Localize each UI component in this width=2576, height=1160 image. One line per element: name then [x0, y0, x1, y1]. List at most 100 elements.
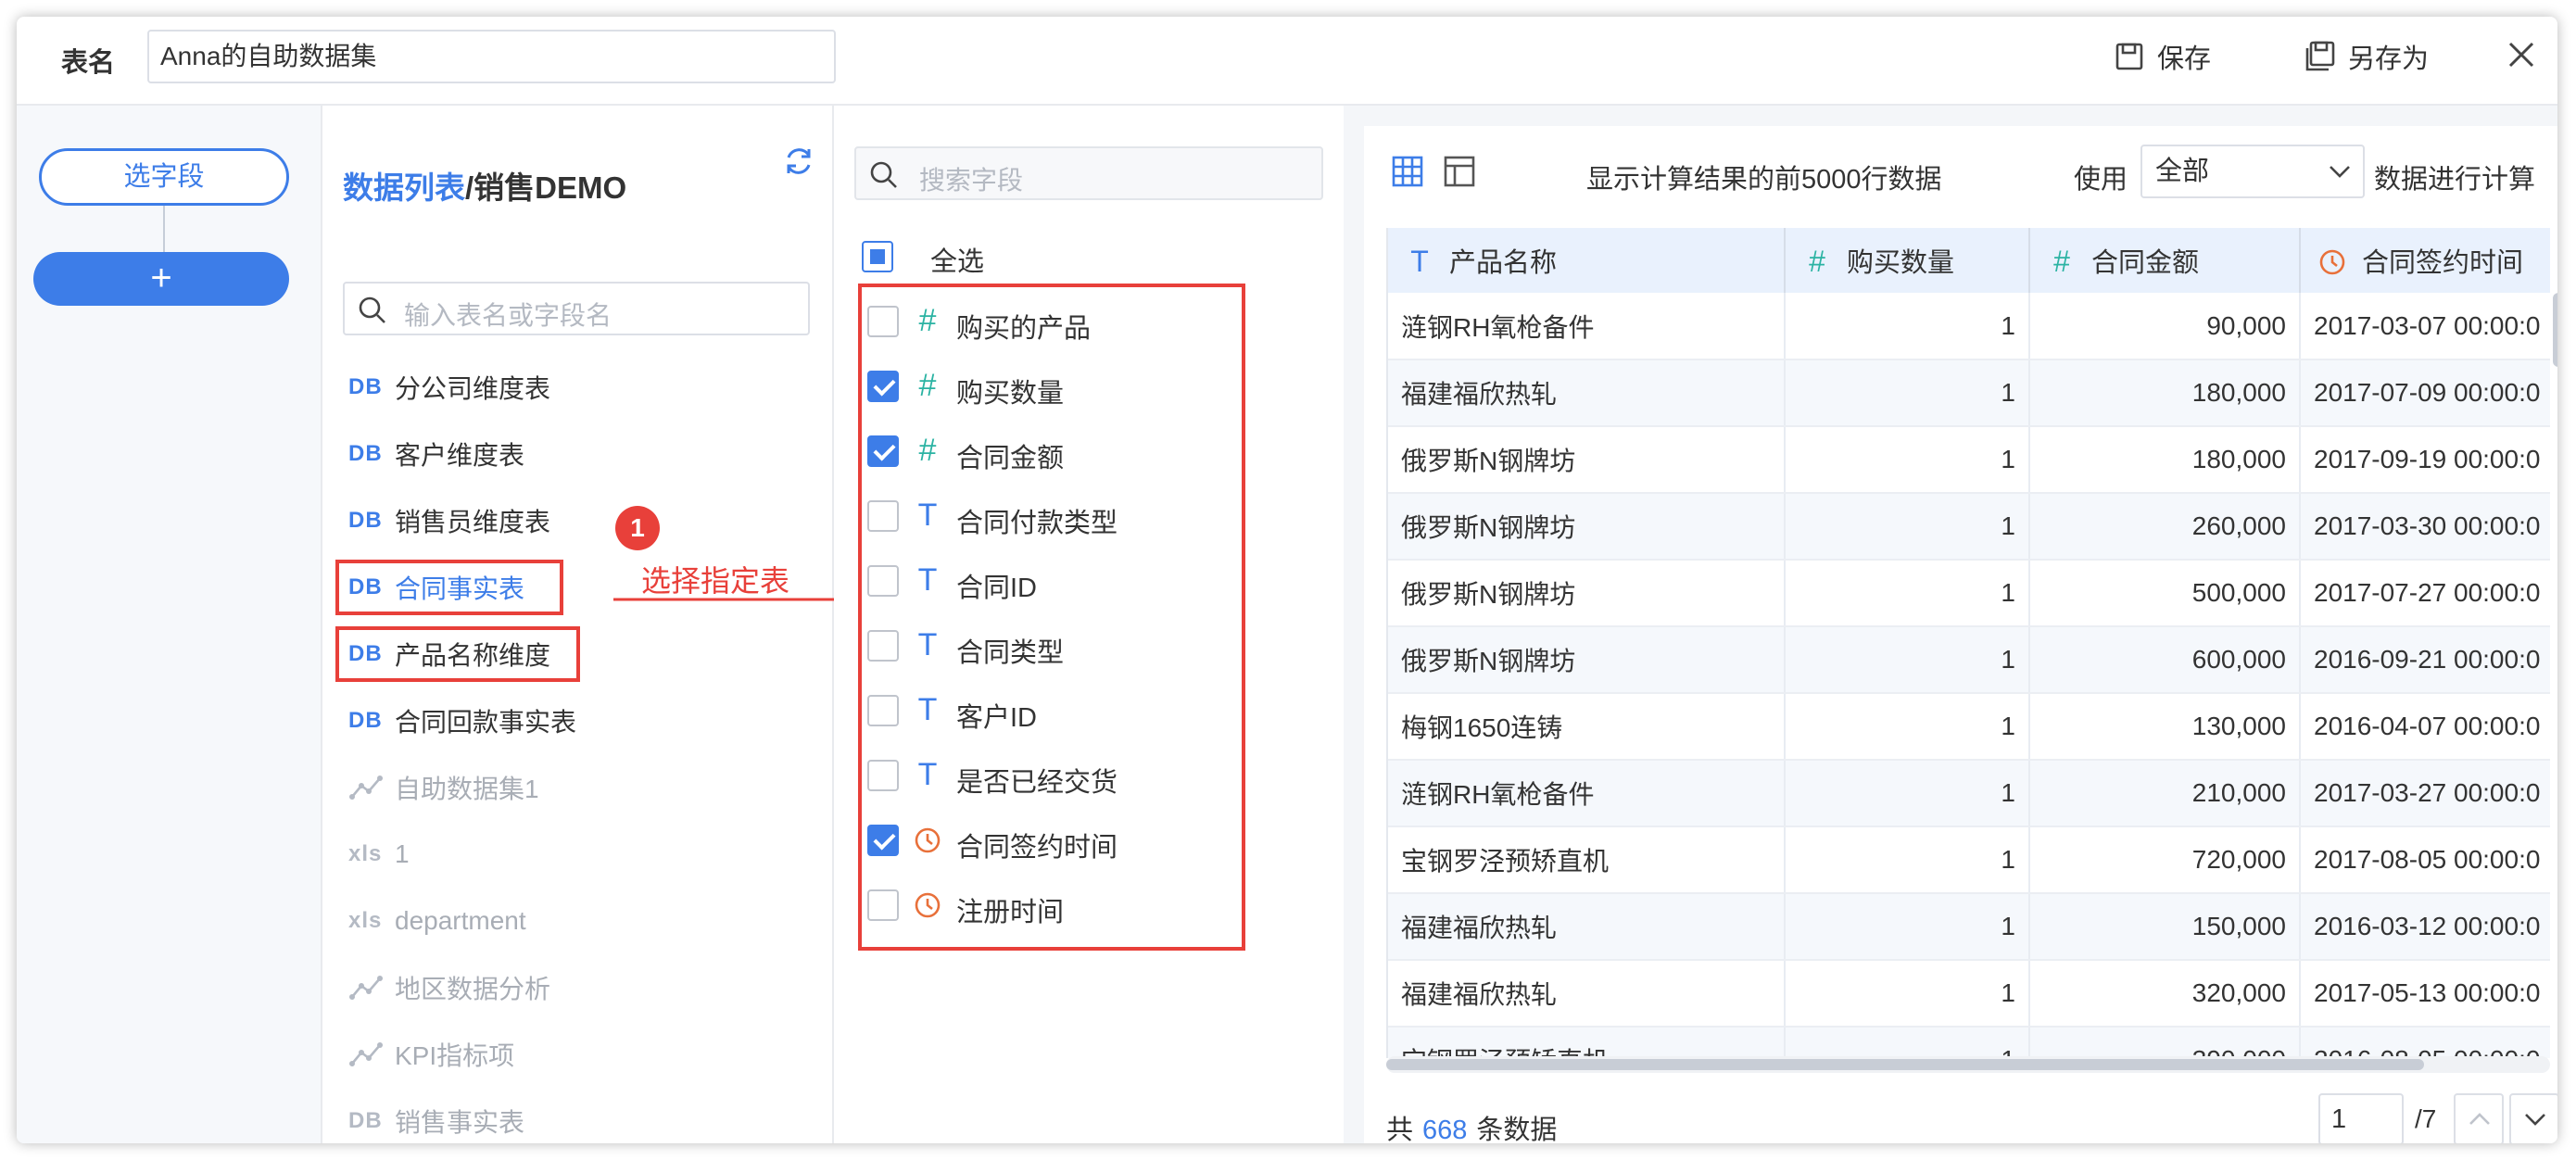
field-checkbox[interactable] — [867, 435, 899, 467]
field-checkbox[interactable] — [867, 500, 899, 532]
table-row[interactable]: 宝钢罗泾预矫直机1390,0002016-08-05 00:00:0 — [1388, 1027, 2550, 1058]
table-row[interactable]: 宝钢罗泾预矫直机 1 720,000 2017-08-05 00:00:0 — [1388, 826, 2550, 894]
next-page-button[interactable] — [2509, 1093, 2557, 1143]
table-cell: 1 — [1785, 826, 2030, 894]
calc-label: 数据进行计算 — [2374, 165, 2536, 195]
table-cell: 2017-03-27 00:00:0 — [2300, 760, 2550, 827]
field-checkbox[interactable] — [867, 565, 899, 597]
table-cell: 600,000 — [2029, 626, 2301, 694]
table-name-input[interactable]: Anna的自助数据集 — [147, 30, 836, 83]
field-row[interactable]: # 购买数量 — [854, 359, 1299, 414]
self-dataset-icon — [349, 1042, 383, 1066]
field-row[interactable]: T 合同类型 — [854, 618, 1299, 674]
field-row[interactable]: T 客户ID — [854, 683, 1299, 738]
field-row[interactable]: # 购买的产品 — [854, 294, 1299, 349]
highlight-box-contract-table — [335, 560, 563, 615]
table-cell: 宝钢罗泾预矫直机 — [1388, 1027, 1786, 1058]
table-row[interactable]: 福建福欣热轧 1 150,000 2016-03-12 00:00:0 — [1388, 893, 2550, 961]
table-item[interactable]: DB 销售事实表 — [343, 1095, 695, 1143]
table-item[interactable]: DB 客户维度表 — [343, 428, 695, 480]
refresh-icon[interactable] — [782, 145, 815, 178]
table-cell: 俄罗斯N钢牌坊 — [1388, 426, 1786, 494]
table-cell: 260,000 — [2029, 493, 2301, 561]
field-checkbox[interactable] — [867, 371, 899, 402]
table-row[interactable]: 俄罗斯N钢牌坊 1 500,000 2017-07-27 00:00:0 — [1388, 560, 2550, 627]
save-label: 保存 — [2157, 44, 2212, 74]
field-checkbox[interactable] — [867, 306, 899, 337]
table-item[interactable]: 自助数据集1 — [343, 762, 695, 813]
field-checkbox[interactable] — [867, 825, 899, 856]
field-row[interactable]: T 合同ID — [854, 553, 1299, 609]
column-header[interactable]: T 产品名称 — [1388, 228, 1786, 293]
dataset-editor-window: 表名 Anna的自助数据集 保存 另存为 选字段 + 数据列表/销售DEMO 输… — [17, 17, 2557, 1143]
table-row[interactable]: 俄罗斯N钢牌坊 1 260,000 2017-03-30 00:00:0 — [1388, 493, 2550, 561]
select-all-checkbox[interactable] — [862, 241, 893, 272]
field-row[interactable]: # 合同金额 — [854, 423, 1299, 479]
table-cell: 2016-09-21 00:00:0 — [2300, 626, 2550, 694]
save-icon — [2115, 43, 2143, 70]
table-cell: 180,000 — [2029, 359, 2301, 427]
self-dataset-icon — [349, 976, 383, 1000]
page-number-input[interactable]: 1 — [2318, 1093, 2404, 1143]
table-item[interactable]: xls department — [343, 895, 695, 947]
calc-scope-select[interactable]: 全部 — [2140, 145, 2365, 198]
table-cell: 1 — [1785, 560, 2030, 627]
save-as-button[interactable]: 另存为 — [2304, 37, 2429, 76]
field-panel: 搜索字段 全选 # 购买的产品 # 购买数量 # 合同金额 T 合同付款类型 T — [834, 106, 1344, 1143]
layout-view-icon[interactable] — [1444, 156, 1475, 187]
column-header[interactable]: # 合同金额 — [2029, 228, 2301, 293]
xls-icon: xls — [348, 841, 383, 866]
table-cell: 2017-07-27 00:00:0 — [2300, 560, 2550, 627]
table-cell: 2017-03-30 00:00:0 — [2300, 493, 2550, 561]
preview-table: T 产品名称 # 购买数量 # 合同金额 合同签约时间 涟钢RH氧枪备件 1 90, — [1386, 228, 2550, 1058]
table-item[interactable]: DB 分公司维度表 — [343, 361, 695, 413]
field-search-input[interactable]: 搜索字段 — [854, 146, 1323, 200]
table-row[interactable]: 涟钢RH氧枪备件 1 90,000 2017-03-07 00:00:0 — [1388, 293, 2550, 360]
field-row[interactable]: 合同签约时间 — [854, 813, 1299, 868]
field-row[interactable]: T 是否已经交货 — [854, 748, 1299, 803]
prev-page-button[interactable] — [2454, 1093, 2504, 1143]
select-fields-step[interactable]: 选字段 — [39, 148, 289, 206]
table-item[interactable]: 地区数据分析 — [343, 962, 695, 1014]
table-row[interactable]: 福建福欣热轧 1 180,000 2017-07-09 00:00:0 — [1388, 359, 2550, 427]
step-panel: 选字段 + — [17, 106, 322, 1143]
close-icon[interactable] — [2506, 39, 2537, 70]
clock-icon — [915, 892, 941, 918]
text-type-icon: T — [1410, 245, 1429, 278]
table-item[interactable]: xls 1 — [343, 828, 695, 880]
table-row[interactable]: 福建福欣热轧 1 320,000 2017-05-13 00:00:0 — [1388, 960, 2550, 1028]
numeric-type-icon: # — [918, 368, 937, 403]
step-connector — [163, 206, 165, 252]
table-item[interactable]: KPI指标项 — [343, 1028, 695, 1080]
table-row[interactable]: 俄罗斯N钢牌坊 1 600,000 2016-09-21 00:00:0 — [1388, 626, 2550, 694]
scrollbar-thumb[interactable] — [2553, 293, 2557, 367]
breadcrumb-data-list[interactable]: 数据列表 — [343, 170, 465, 205]
save-button[interactable]: 保存 — [2115, 37, 2211, 76]
table-cell: 2017-09-19 00:00:0 — [2300, 426, 2550, 494]
field-row[interactable]: 注册时间 — [854, 877, 1299, 933]
column-header[interactable]: 合同签约时间 — [2300, 228, 2550, 293]
self-dataset-icon — [349, 775, 383, 800]
column-header[interactable]: # 购买数量 — [1785, 228, 2030, 293]
text-type-icon: T — [917, 757, 938, 792]
table-cell: 1 — [1785, 960, 2030, 1028]
field-row[interactable]: T 合同付款类型 — [854, 488, 1299, 544]
scrollbar-thumb[interactable] — [1386, 1059, 2424, 1070]
field-checkbox[interactable] — [867, 889, 899, 921]
table-view-icon[interactable] — [1392, 156, 1423, 187]
table-row[interactable]: 俄罗斯N钢牌坊 1 180,000 2017-09-19 00:00:0 — [1388, 426, 2550, 494]
vertical-scrollbar[interactable] — [2550, 293, 2557, 376]
table-item[interactable]: DB 合同回款事实表 — [343, 695, 695, 747]
add-step-button[interactable]: + — [33, 252, 289, 306]
table-row[interactable]: 涟钢RH氧枪备件 1 210,000 2017-03-27 00:00:0 — [1388, 760, 2550, 827]
total-count-text: 共 668 条数据 — [1386, 1116, 1558, 1143]
field-checkbox[interactable] — [867, 695, 899, 726]
table-search-input[interactable]: 输入表名或字段名 — [343, 282, 810, 335]
field-checkbox[interactable] — [867, 630, 899, 662]
db-icon: DB — [348, 374, 383, 399]
use-label: 使用 — [2074, 165, 2128, 195]
field-checkbox[interactable] — [867, 760, 899, 791]
horizontal-scrollbar[interactable] — [1386, 1056, 2550, 1073]
table-row[interactable]: 梅钢1650连铸 1 130,000 2016-04-07 00:00:0 — [1388, 693, 2550, 761]
table-cell: 1 — [1785, 626, 2030, 694]
